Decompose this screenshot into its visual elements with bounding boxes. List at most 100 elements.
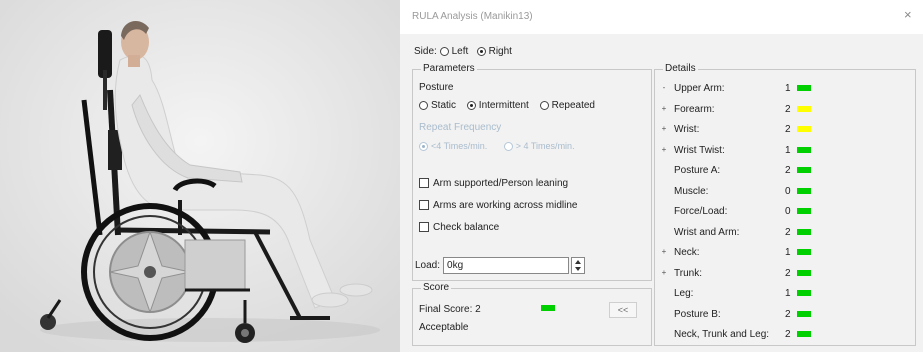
repeat-low-label: <4 Times/min. xyxy=(431,140,488,151)
posture-intermittent-label: Intermittent xyxy=(478,100,529,111)
final-score-indicator xyxy=(541,305,555,311)
check-balance-checkbox[interactable]: Check balance xyxy=(419,222,499,233)
repeat-high-radio[interactable]: > 4 Times/min. xyxy=(503,140,575,151)
details-row: Wrist and Arm: 2 xyxy=(655,224,917,244)
details-row-indicator xyxy=(797,290,811,296)
details-row-label: Force/Load: xyxy=(674,206,728,217)
details-title: Details xyxy=(663,63,698,74)
details-row: + Neck: 1 xyxy=(655,244,917,264)
wheelchair-manikin-illustration xyxy=(0,0,400,352)
posture-options: Static Intermittent Repeated xyxy=(419,100,603,111)
repeat-frequency-options: <4 Times/min. > 4 Times/min. xyxy=(419,140,589,151)
side-selector: Side: Left Right xyxy=(414,46,512,57)
details-row-value: 2 xyxy=(785,308,791,320)
expand-icon[interactable]: + xyxy=(659,247,669,257)
details-row-value: 2 xyxy=(785,226,791,238)
side-right-label: Right xyxy=(488,46,512,57)
arms-midline-label: Arms are working across midline xyxy=(433,200,578,211)
radio-icon xyxy=(439,47,449,56)
load-input[interactable]: 0kg xyxy=(443,257,570,274)
details-row-value: 1 xyxy=(785,288,791,299)
details-row-value: 2 xyxy=(785,124,791,135)
details-row: Force/Load: 0 xyxy=(655,203,917,223)
details-row-indicator xyxy=(797,105,811,112)
radio-icon xyxy=(539,100,549,110)
details-row: Leg: 1 xyxy=(655,285,917,305)
posture-static-radio[interactable]: Static xyxy=(419,100,456,111)
load-label: Load: xyxy=(415,260,441,272)
expand-icon[interactable]: + xyxy=(659,268,669,278)
rula-analysis-dialog: RULA Analysis (Manikin13) × Side: Left R… xyxy=(400,0,923,352)
details-row: + Trunk: 2 xyxy=(655,265,917,285)
score-verdict: Acceptable xyxy=(419,322,469,333)
details-row-indicator xyxy=(797,310,811,317)
dialog-titlebar: RULA Analysis (Manikin13) × xyxy=(400,0,923,34)
radio-selected-icon xyxy=(466,100,476,110)
details-row-indicator xyxy=(797,85,811,91)
details-row-value: 1 xyxy=(785,247,791,258)
details-row-value: 2 xyxy=(785,267,791,279)
details-row: Muscle: 0 xyxy=(655,183,917,203)
collapse-icon[interactable]: - xyxy=(659,83,669,93)
radio-selected-icon xyxy=(476,47,486,56)
manikin-viewport[interactable] xyxy=(0,0,400,352)
details-row-indicator xyxy=(797,208,811,214)
details-row-label: Upper Arm: xyxy=(674,83,725,94)
collapse-button[interactable]: << xyxy=(609,302,637,318)
details-row-value: 2 xyxy=(785,165,791,176)
details-row: Neck, Trunk and Leg: 2 xyxy=(655,326,917,346)
details-row-indicator xyxy=(797,146,811,153)
details-row-label: Wrist Twist: xyxy=(674,144,725,156)
details-row-label: Neck: xyxy=(674,247,700,258)
final-score-label: Final Score: 2 xyxy=(419,304,481,315)
details-row-value: 1 xyxy=(785,83,791,94)
details-row: + Wrist: 2 xyxy=(655,121,917,141)
details-row-indicator xyxy=(797,269,811,276)
details-row-label: Posture B: xyxy=(674,308,721,320)
details-row-indicator xyxy=(797,331,811,337)
arms-midline-checkbox[interactable]: Arms are working across midline xyxy=(419,200,578,211)
details-row-label: Neck, Trunk and Leg: xyxy=(674,329,770,340)
details-row: Posture B: 2 xyxy=(655,306,917,326)
expand-icon[interactable]: + xyxy=(659,145,669,155)
parameters-title: Parameters xyxy=(421,63,477,74)
details-row-indicator xyxy=(797,187,811,194)
repeat-low-radio[interactable]: <4 Times/min. xyxy=(419,141,487,151)
arm-supported-checkbox[interactable]: Arm supported/Person leaning xyxy=(419,178,568,189)
details-row: + Wrist Twist: 1 xyxy=(655,142,917,162)
details-row-label: Wrist and Arm: xyxy=(674,226,740,238)
checkbox-icon xyxy=(419,178,429,189)
posture-repeated-label: Repeated xyxy=(551,100,595,111)
arm-supported-label: Arm supported/Person leaning xyxy=(433,178,569,189)
details-row-label: Leg: xyxy=(674,288,694,299)
details-row-label: Forearm: xyxy=(674,103,715,115)
details-row-label: Muscle: xyxy=(674,185,709,197)
side-left-radio[interactable]: Left xyxy=(439,46,469,57)
details-row-label: Posture A: xyxy=(674,165,721,176)
details-row-label: Trunk: xyxy=(674,267,702,279)
expand-icon[interactable]: + xyxy=(659,124,669,134)
score-title: Score xyxy=(421,282,452,293)
repeat-high-label: > 4 Times/min. xyxy=(515,140,575,151)
load-spinner-icon[interactable] xyxy=(571,257,586,274)
side-right-radio[interactable]: Right xyxy=(476,46,512,57)
details-row-value: 1 xyxy=(785,144,791,156)
details-row-indicator xyxy=(797,126,811,132)
details-row: + Forearm: 2 xyxy=(655,101,917,121)
posture-intermittent-radio[interactable]: Intermittent xyxy=(466,100,529,111)
details-row-value: 2 xyxy=(785,329,791,340)
posture-label: Posture xyxy=(419,82,454,93)
close-icon[interactable]: × xyxy=(904,8,916,21)
radio-icon xyxy=(419,100,428,110)
details-row-indicator xyxy=(797,167,811,173)
radio-selected-icon xyxy=(419,141,428,151)
details-row: - Upper Arm: 1 xyxy=(655,80,917,100)
expand-icon[interactable]: + xyxy=(659,104,669,114)
side-left-label: Left xyxy=(451,46,469,57)
details-row-value: 2 xyxy=(785,103,791,115)
load-row: Load: 0kg xyxy=(415,257,586,274)
posture-repeated-radio[interactable]: Repeated xyxy=(539,100,595,111)
posture-static-label: Static xyxy=(431,100,457,111)
checkbox-icon xyxy=(419,200,429,211)
checkbox-icon xyxy=(419,222,429,233)
